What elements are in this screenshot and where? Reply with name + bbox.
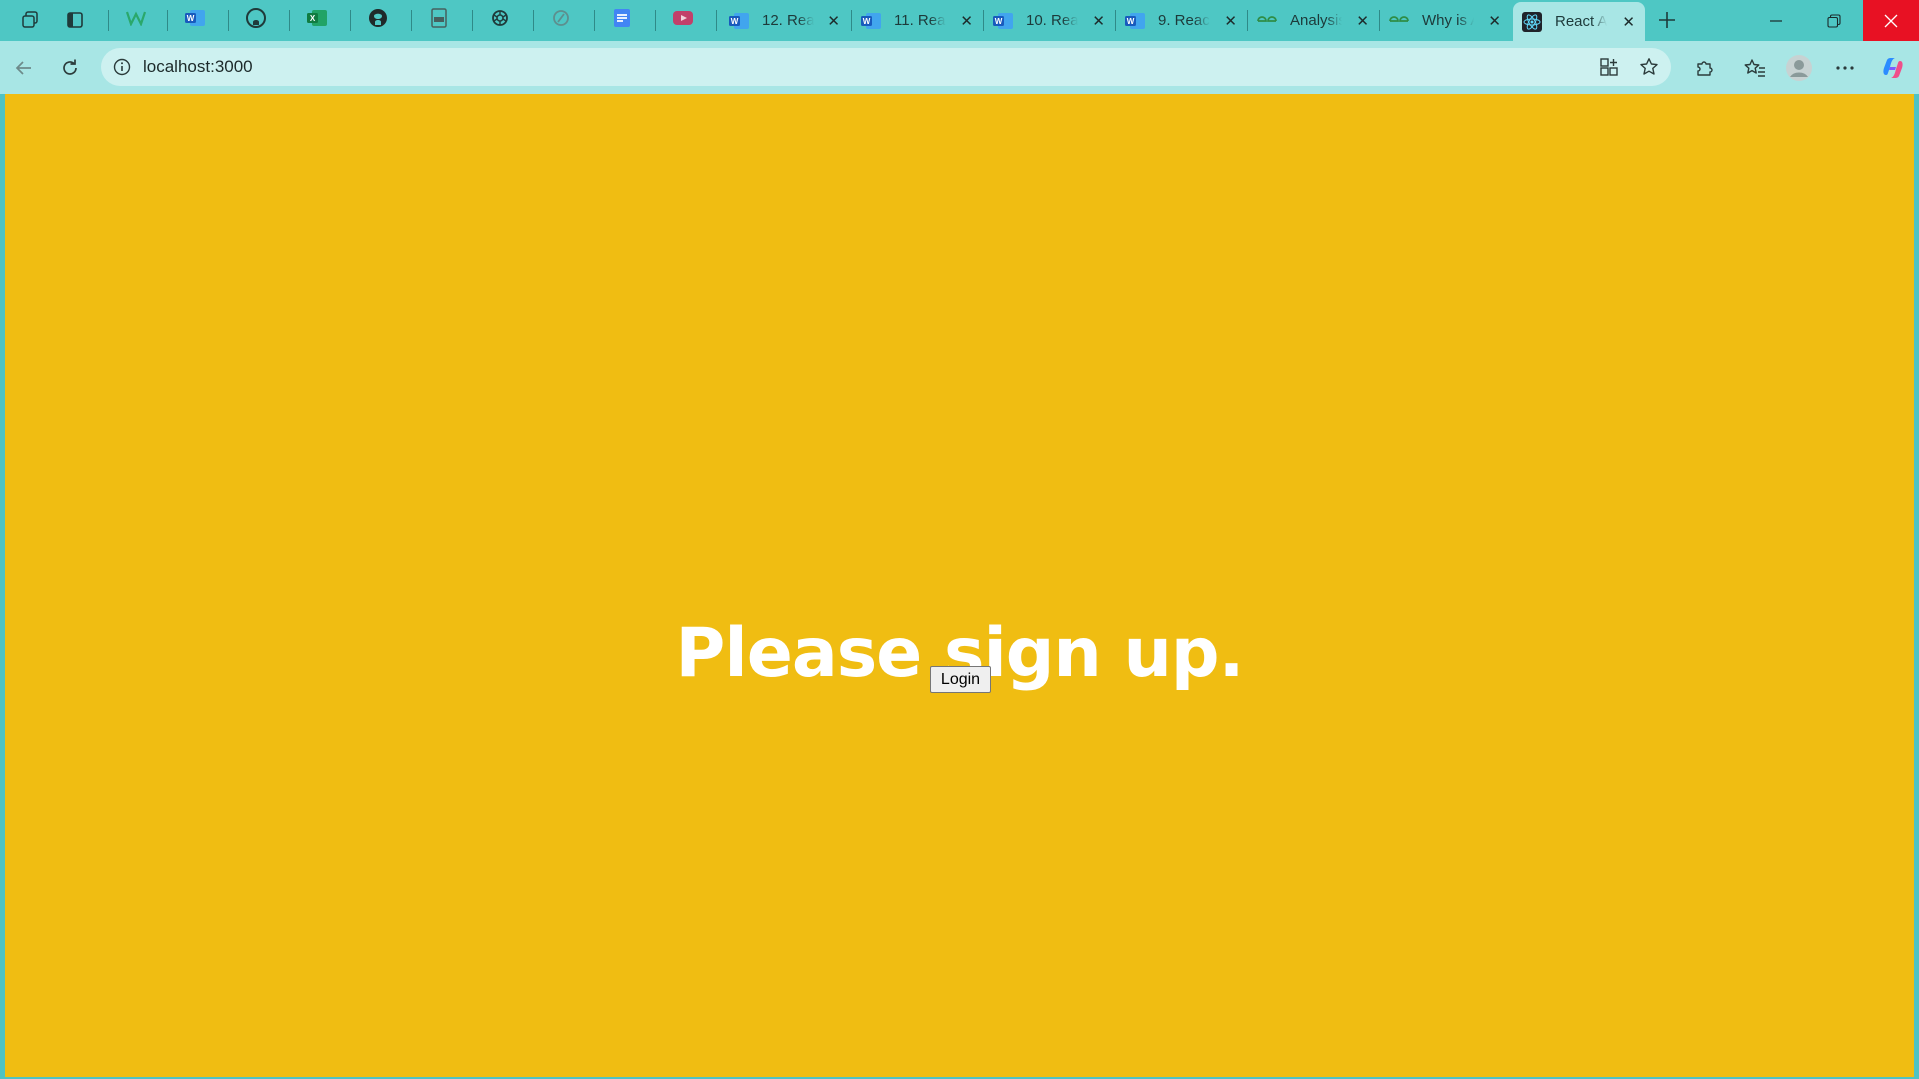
tab-separator [289, 10, 290, 31]
youtube-icon [672, 10, 694, 31]
close-tab-icon[interactable]: ✕ [1356, 4, 1369, 37]
loading-icon [551, 8, 571, 33]
pinned-tab[interactable] [540, 5, 582, 35]
tab[interactable]: W 9. React ✕ [1116, 4, 1247, 37]
tab[interactable]: W 12. React ✕ [720, 4, 850, 37]
tab-title: Why is A [1422, 12, 1474, 29]
app-available-icon[interactable] [1599, 57, 1619, 82]
pinned-tab[interactable] [479, 5, 521, 35]
tab-title: React App [1555, 13, 1607, 30]
tab-separator [594, 10, 595, 31]
tab-title: 11. React [894, 12, 946, 29]
tab-title: 9. React [1158, 12, 1210, 29]
pinned-tab[interactable] [357, 5, 399, 35]
pinned-tab[interactable]: X [296, 5, 338, 35]
word-doc-icon: W [992, 11, 1014, 31]
tab-separator [533, 10, 534, 31]
geeksforgeeks-icon [1256, 11, 1278, 31]
avatar-icon [1786, 55, 1812, 81]
svg-text:W: W [187, 14, 195, 23]
browser-toolbar: localhost:3000 [0, 41, 1919, 94]
geeksforgeeks-icon [1388, 11, 1410, 31]
tab-active[interactable]: React App ✕ [1513, 2, 1645, 41]
refresh-button[interactable] [54, 52, 86, 84]
login-button[interactable]: Login [930, 666, 991, 693]
word-doc-icon: W [184, 9, 206, 32]
address-bar[interactable]: localhost:3000 [101, 48, 1671, 86]
tab-title: 10. React [1026, 12, 1078, 29]
tab-separator [228, 10, 229, 31]
pinned-tab[interactable] [115, 5, 157, 35]
chatgpt-icon [490, 8, 510, 33]
tab-separator [411, 10, 412, 31]
github-icon [368, 8, 388, 33]
tab-separator [472, 10, 473, 31]
close-tab-icon[interactable]: ✕ [1092, 4, 1105, 37]
pinned-tab[interactable] [601, 5, 643, 35]
settings-menu-button[interactable] [1829, 52, 1861, 84]
more-dots-icon [1836, 66, 1854, 70]
svg-text:W: W [731, 17, 739, 26]
plus-icon [1659, 12, 1675, 28]
tab[interactable]: W 11. React ✕ [852, 4, 983, 37]
svg-text:W: W [1127, 17, 1135, 26]
url-text: localhost:3000 [143, 57, 253, 76]
site-info-icon[interactable] [113, 58, 131, 81]
tab[interactable]: W 10. React ✕ [984, 4, 1115, 37]
google-docs-icon [613, 8, 631, 33]
github-icon [246, 7, 266, 33]
close-tab-icon[interactable]: ✕ [1622, 2, 1635, 41]
react-icon [1521, 11, 1543, 32]
copilot-button[interactable] [1877, 52, 1909, 84]
pinned-tab[interactable] [418, 5, 460, 35]
wonder-icon [125, 10, 147, 31]
minimize-button[interactable] [1747, 0, 1805, 41]
tab-title: Analysis [1290, 12, 1342, 29]
favorites-list-icon [1744, 59, 1765, 77]
close-icon [1884, 14, 1898, 27]
pinned-tab[interactable] [662, 5, 704, 35]
pinned-tab[interactable]: W [174, 5, 216, 35]
pdf-icon [430, 7, 448, 33]
back-button[interactable] [8, 52, 40, 84]
tab-actions-icon[interactable] [59, 6, 91, 34]
close-tab-icon[interactable]: ✕ [1224, 4, 1237, 37]
restore-icon [1827, 13, 1841, 28]
tab-separator [108, 10, 109, 31]
favorite-star-icon[interactable] [1639, 57, 1659, 82]
word-doc-icon: W [728, 11, 750, 31]
tab-title: 12. React [762, 12, 814, 29]
close-tab-icon[interactable]: ✕ [827, 4, 840, 37]
workspaces-icon[interactable] [15, 6, 47, 34]
close-tab-icon[interactable]: ✕ [960, 4, 973, 37]
svg-text:W: W [995, 17, 1003, 26]
restore-button[interactable] [1805, 0, 1863, 41]
svg-text:X: X [310, 14, 316, 23]
tab-strip: W X W 12. React ✕ W 11. React ✕ [0, 0, 1919, 41]
back-arrow-icon [15, 61, 31, 75]
favorites-button[interactable] [1739, 52, 1771, 84]
tab[interactable]: Analysis ✕ [1248, 4, 1379, 37]
tab[interactable]: Why is A ✕ [1380, 4, 1511, 37]
minimize-icon [1770, 19, 1782, 22]
refresh-icon [63, 59, 77, 75]
tab-separator [716, 10, 717, 31]
profile-button[interactable] [1783, 52, 1815, 84]
page-viewport: Please sign up. Login [5, 94, 1914, 1077]
close-window-button[interactable] [1863, 0, 1919, 41]
copilot-icon [1883, 58, 1903, 78]
tab-separator [655, 10, 656, 31]
word-doc-icon: W [1124, 11, 1146, 31]
tab-separator [167, 10, 168, 31]
extensions-button[interactable] [1688, 52, 1720, 84]
tab-separator [350, 10, 351, 31]
excel-icon: X [306, 9, 328, 32]
word-doc-icon: W [860, 11, 882, 31]
close-tab-icon[interactable]: ✕ [1488, 4, 1501, 37]
svg-text:W: W [863, 17, 871, 26]
puzzle-icon [1697, 61, 1713, 76]
new-tab-button[interactable] [1652, 6, 1682, 34]
pinned-tab[interactable] [235, 5, 277, 35]
